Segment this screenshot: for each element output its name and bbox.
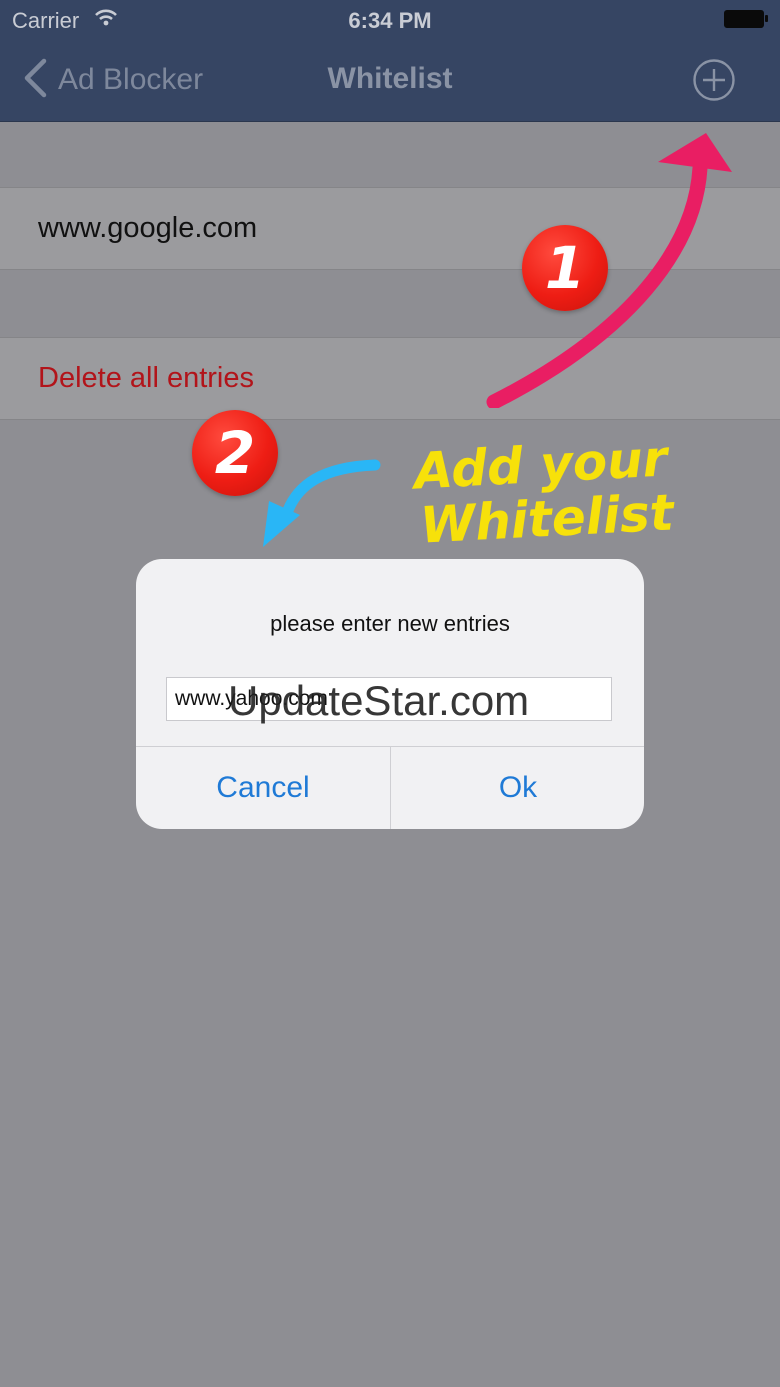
whitelist-entry-label: www.google.com xyxy=(38,212,258,244)
status-bar: Carrier 6:34 PM xyxy=(0,0,780,40)
ok-button[interactable]: Ok xyxy=(391,747,644,829)
status-time: 6:34 PM xyxy=(348,8,432,33)
dialog-message: please enter new entries xyxy=(270,611,510,636)
delete-all-label: Delete all entries xyxy=(38,362,254,394)
navigation-bar: Ad Blocker Whitelist xyxy=(0,40,780,122)
entry-input[interactable] xyxy=(166,677,612,721)
add-button[interactable] xyxy=(692,58,736,102)
step-1-arrow-icon xyxy=(486,133,732,408)
cancel-button[interactable]: Cancel xyxy=(136,747,390,829)
add-entry-dialog: please enter new entries UpdateStar.com … xyxy=(136,559,644,829)
battery-icon xyxy=(724,10,768,28)
annotation-caption-line2: Whitelist xyxy=(418,483,675,555)
page-title: Whitelist xyxy=(327,62,453,95)
step-2-arrow-icon xyxy=(263,459,381,547)
plus-circle-icon xyxy=(692,59,736,106)
step-2-badge: 2 xyxy=(192,410,278,496)
step-1-badge: 1 xyxy=(522,225,608,311)
